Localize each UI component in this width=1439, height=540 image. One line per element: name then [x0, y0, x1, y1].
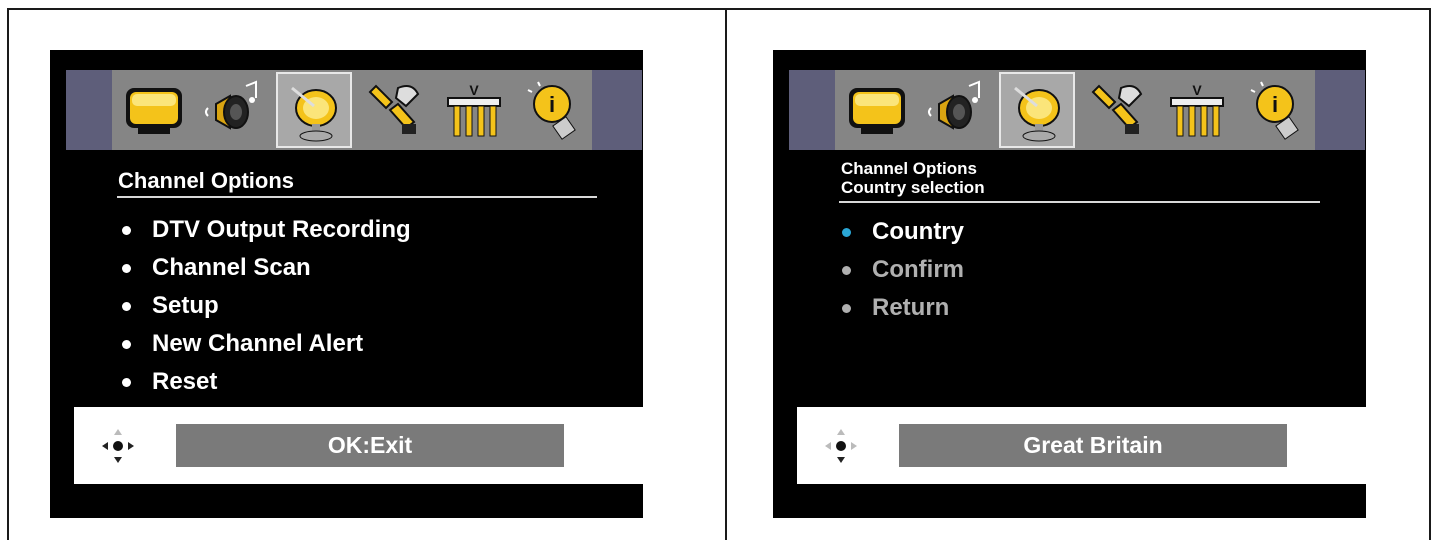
- status-box: Great Britain: [899, 424, 1287, 467]
- center-divider: [725, 8, 727, 540]
- bullet-icon: [842, 266, 851, 275]
- menu-item-confirm[interactable]: Confirm: [838, 251, 964, 289]
- menu-icon-bar: Vi: [66, 70, 642, 150]
- tools-icon[interactable]: [356, 72, 432, 148]
- navigation-pad-icon: [823, 427, 859, 465]
- bullet-icon: [122, 264, 131, 273]
- menu-title: Channel Options: [118, 168, 294, 193]
- bullet-icon: [122, 340, 131, 349]
- menu-item-label: Confirm: [872, 256, 964, 283]
- audio-icon[interactable]: [919, 72, 995, 148]
- svg-text:V: V: [469, 82, 479, 98]
- channel-options-list: DTV Output Recording Channel Scan Setup …: [118, 211, 411, 401]
- audio-icon[interactable]: [196, 72, 272, 148]
- menu-icon-strip: Vi: [835, 70, 1315, 150]
- svg-text:i: i: [549, 92, 555, 117]
- status-box: OK:Exit: [176, 424, 564, 467]
- menu-item-setup[interactable]: Setup: [118, 287, 411, 325]
- menu-item-label: Channel Scan: [152, 254, 311, 281]
- menu-icon-strip: Vi: [112, 70, 592, 150]
- menu-item-label: DTV Output Recording: [152, 216, 411, 243]
- menu-title: Channel Options: [841, 159, 977, 178]
- menu-item-channel-scan[interactable]: Channel Scan: [118, 249, 411, 287]
- menu-footer: Great Britain: [797, 407, 1369, 484]
- menu-item-label: Reset: [152, 368, 218, 395]
- bullet-icon: [122, 226, 131, 235]
- tv-menu-screen-country-selection: Vi Channel Options Country selection Cou…: [773, 50, 1369, 518]
- menu-item-label: Return: [872, 294, 950, 321]
- navigation-pad-icon: [100, 427, 136, 465]
- menu-item-label: Setup: [152, 292, 219, 319]
- menu-subtitle: Country selection: [841, 178, 985, 197]
- bullet-icon: [122, 378, 131, 387]
- parental-lock-icon[interactable]: V: [1159, 72, 1235, 148]
- menu-item-return[interactable]: Return: [838, 289, 964, 327]
- return-arrow-icon: [842, 304, 851, 313]
- tools-icon[interactable]: [1079, 72, 1155, 148]
- menu-footer: OK:Exit: [74, 407, 646, 484]
- menu-item-dtv-output-recording[interactable]: DTV Output Recording: [118, 211, 411, 249]
- picture-icon[interactable]: [116, 72, 192, 148]
- svg-text:V: V: [1192, 82, 1202, 98]
- menu-item-new-channel-alert[interactable]: New Channel Alert: [118, 325, 411, 363]
- parental-lock-icon[interactable]: V: [436, 72, 512, 148]
- bullet-icon: [842, 228, 851, 237]
- channel-satellite-icon[interactable]: [276, 72, 352, 148]
- info-icon[interactable]: i: [516, 72, 592, 148]
- bullet-icon: [122, 302, 131, 311]
- menu-item-country[interactable]: Country: [838, 213, 964, 251]
- menu-item-label: Country: [872, 218, 964, 245]
- picture-icon[interactable]: [839, 72, 915, 148]
- svg-text:i: i: [1272, 92, 1278, 117]
- title-underline: [839, 201, 1320, 203]
- tv-menu-screen-channel-options: Vi Channel Options DTV Output Recording …: [50, 50, 646, 518]
- country-selection-list: Country Confirm Return: [838, 213, 964, 327]
- menu-item-reset[interactable]: Reset: [118, 363, 411, 401]
- menu-item-label: New Channel Alert: [152, 330, 364, 357]
- menu-icon-bar: Vi: [789, 70, 1365, 150]
- info-icon[interactable]: i: [1239, 72, 1315, 148]
- channel-satellite-icon[interactable]: [999, 72, 1075, 148]
- title-underline: [117, 196, 597, 198]
